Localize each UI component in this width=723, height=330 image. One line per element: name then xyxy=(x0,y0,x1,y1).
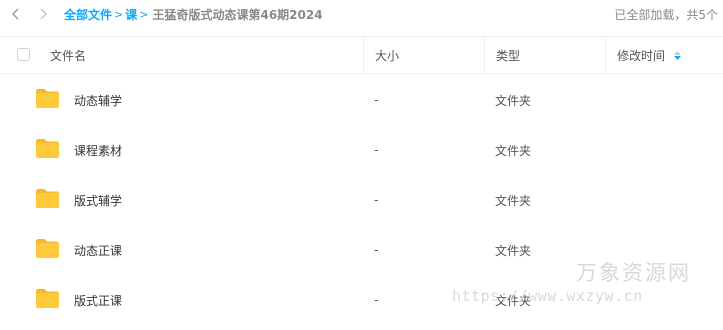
file-name[interactable]: 课程素材 xyxy=(74,125,122,175)
breadcrumb-separator: > xyxy=(139,7,149,21)
file-name[interactable]: 动态辅学 xyxy=(74,75,122,125)
column-header-type[interactable]: 类型 xyxy=(484,37,605,74)
file-table-header: 文件名 大小 类型 修改时间 xyxy=(0,36,723,74)
breadcrumb: 全部文件 > 课 > 王猛奇版式动态课第46期2024 xyxy=(64,5,323,23)
sort-icon[interactable] xyxy=(674,51,682,60)
file-size: - xyxy=(374,293,379,307)
file-type: 文件夹 xyxy=(495,243,532,258)
load-status-text: 已全部加载，共5个 xyxy=(614,7,718,22)
column-header-size-label: 大小 xyxy=(375,49,400,63)
table-row[interactable]: 课程素材 - 文件夹 xyxy=(0,125,723,175)
column-header-type-label: 类型 xyxy=(496,49,521,63)
column-header-name-label: 文件名 xyxy=(50,49,87,63)
chevron-left-icon xyxy=(12,8,19,20)
select-all-checkbox[interactable] xyxy=(17,48,30,61)
breadcrumb-root-link[interactable]: 全部文件 xyxy=(64,6,112,23)
file-size: - xyxy=(374,193,379,207)
column-header-size[interactable]: 大小 xyxy=(363,37,484,74)
file-type: 文件夹 xyxy=(495,193,532,208)
table-row[interactable]: 版式辅学 - 文件夹 xyxy=(0,175,723,225)
forward-button[interactable] xyxy=(35,5,51,23)
file-size: - xyxy=(374,93,379,107)
folder-icon xyxy=(36,239,59,258)
column-header-modified-label: 修改时间 xyxy=(617,49,666,63)
file-size: - xyxy=(374,243,379,257)
breadcrumb-level1-link[interactable]: 课 xyxy=(125,6,137,23)
file-size: - xyxy=(374,143,379,157)
breadcrumb-separator: > xyxy=(114,7,124,21)
file-name[interactable]: 动态正课 xyxy=(74,225,122,275)
chevron-right-icon xyxy=(40,8,47,20)
folder-icon xyxy=(36,189,59,208)
folder-icon xyxy=(36,289,59,308)
file-name[interactable]: 版式正课 xyxy=(74,275,122,325)
watermark-url: https://www.wxzyw.cn xyxy=(452,287,643,305)
table-row[interactable]: 动态辅学 - 文件夹 xyxy=(0,75,723,125)
column-header-name[interactable]: 文件名 xyxy=(50,37,363,74)
watermark-title: 万象资源网 xyxy=(576,261,691,285)
column-header-modified[interactable]: 修改时间 xyxy=(605,37,723,74)
folder-icon xyxy=(36,139,59,158)
top-navigation-bar: 全部文件 > 课 > 王猛奇版式动态课第46期2024 已全部加载，共5个 xyxy=(0,0,723,30)
file-type: 文件夹 xyxy=(495,93,532,108)
file-name[interactable]: 版式辅学 xyxy=(74,175,122,225)
file-type: 文件夹 xyxy=(495,143,532,158)
breadcrumb-current: 王猛奇版式动态课第46期2024 xyxy=(152,7,323,22)
back-button[interactable] xyxy=(8,5,24,23)
folder-icon xyxy=(36,89,59,108)
